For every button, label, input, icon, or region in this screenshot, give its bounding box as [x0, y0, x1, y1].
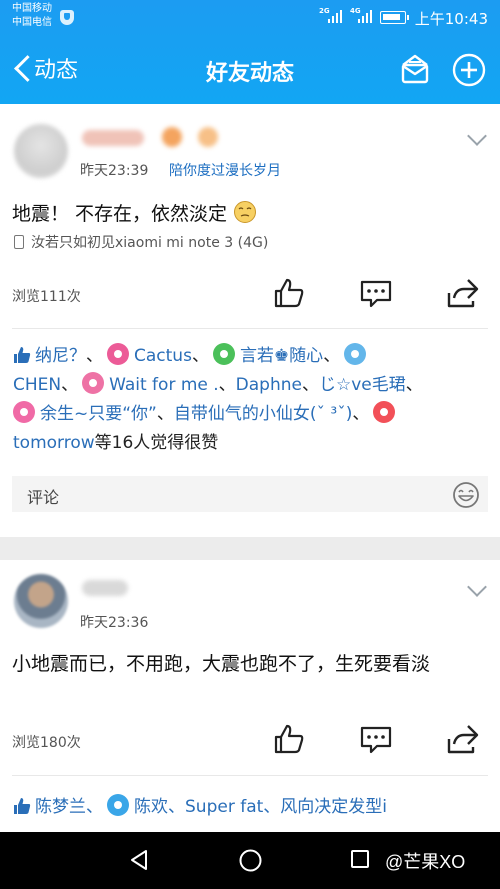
post-time: 昨天23:36 — [80, 615, 149, 631]
like-filled-icon — [14, 347, 31, 363]
nav-bar: 动态 好友动态 — [0, 34, 500, 104]
chevron-down-icon[interactable] — [467, 577, 487, 597]
view-count: 浏览111次 — [12, 289, 81, 305]
likes-summary: 等16人觉得很赞 — [94, 433, 219, 453]
liker-name[interactable]: CHEN — [13, 375, 61, 395]
comment-placeholder: 评论 — [27, 488, 60, 507]
mail-icon[interactable] — [398, 52, 432, 86]
liker-avatar — [373, 401, 396, 423]
post-time: 昨天23:39 — [80, 163, 149, 179]
liker-name[interactable]: じ☆ve毛珺 — [319, 375, 406, 395]
liker-name[interactable]: 陈欢 — [134, 797, 168, 817]
user-name-blurred[interactable] — [82, 580, 128, 596]
status-time: 上午10:43 — [414, 10, 488, 28]
level-badge-icon — [162, 127, 182, 147]
avatar[interactable] — [14, 574, 68, 628]
liker-avatar — [82, 372, 105, 394]
likes-list: 纳尼？、 Cactus、 言若♚随心、 CHEN、 Wait for me .、Daph… — [13, 342, 490, 458]
liker-avatar — [107, 343, 129, 365]
share-icon[interactable] — [446, 276, 480, 310]
signal-icon — [328, 9, 344, 23]
post-device: 汝若只如初见xiaomi mi note 3 (4G) — [14, 232, 268, 252]
divider — [12, 328, 488, 329]
liker-name[interactable]: 陈梦兰 — [35, 797, 86, 817]
carrier-1: 中国移动 — [12, 3, 52, 14]
liker-name[interactable]: Super fat — [185, 797, 263, 817]
liker-avatar — [212, 343, 235, 365]
post-tag-link[interactable]: 陪你度过漫长岁月 — [169, 160, 281, 180]
plus-icon[interactable] — [451, 52, 487, 88]
battery-icon — [380, 11, 409, 24]
smile-emoji-icon — [234, 201, 257, 223]
liker-name[interactable]: tomorrow — [13, 433, 95, 453]
share-icon[interactable] — [446, 722, 480, 756]
carrier-2: 中国电信 — [12, 17, 52, 28]
vip-badge-icon — [198, 127, 218, 147]
liker-name[interactable]: 自带仙气的小仙女(ˇ ³ˇ) — [174, 404, 352, 424]
user-name-blurred[interactable] — [82, 130, 144, 146]
post-text: 地震！ 不存在，依然淡定 — [12, 199, 488, 229]
liker-name[interactable]: Cactus — [134, 346, 192, 366]
feed-post: 昨天23:36 小地震而已，不用跑，大震也跑不了，生死要看淡 浏览180次 陈梦… — [0, 560, 500, 832]
comment-icon[interactable] — [359, 276, 393, 310]
system-nav-bar: @芒果XO — [0, 832, 500, 889]
likes-list: 陈梦兰、 陈欢、Super fat、风向决定发型i — [13, 793, 490, 822]
view-count: 浏览180次 — [12, 735, 81, 751]
watermark: @芒果XO — [385, 852, 466, 872]
comment-icon[interactable] — [359, 722, 393, 756]
liker-name[interactable]: 余生~只要“你” — [40, 404, 157, 424]
post-text: 小地震而已，不用跑，大震也跑不了，生死要看淡 — [12, 653, 431, 675]
back-triangle-icon[interactable] — [128, 849, 150, 871]
chevron-down-icon[interactable] — [467, 126, 487, 146]
home-circle-icon[interactable] — [239, 849, 262, 872]
signal-icon — [358, 9, 374, 23]
liker-avatar — [107, 794, 129, 816]
feed-post: 昨天23:39 陪你度过漫长岁月 地震！ 不存在，依然淡定 汝若只如初见xiao… — [0, 104, 500, 537]
divider — [12, 775, 488, 776]
like-icon[interactable] — [272, 276, 306, 310]
emoji-icon[interactable] — [452, 481, 480, 509]
status-bar: 中国移动 中国电信 2G 4G 上午10:43 — [0, 0, 500, 34]
liker-name[interactable]: 纳尼？ — [35, 346, 86, 366]
top-bar: 中国移动 中国电信 2G 4G 上午10:43 动态 好友动态 — [0, 0, 500, 104]
phone-icon — [14, 235, 24, 249]
liker-avatar — [344, 343, 367, 365]
liker-avatar — [13, 401, 35, 423]
recents-square-icon[interactable] — [350, 849, 370, 869]
liker-name[interactable]: 言若♚随心 — [240, 346, 323, 366]
like-filled-icon — [14, 798, 31, 814]
comment-input[interactable]: 评论 — [12, 476, 488, 512]
avatar[interactable] — [14, 124, 68, 178]
liker-name[interactable]: 风向决定发型i — [280, 797, 387, 817]
liker-name[interactable]: Wait for me . — [109, 375, 219, 395]
like-icon[interactable] — [272, 722, 306, 756]
liker-name[interactable]: Daphne — [236, 375, 302, 395]
shield-icon — [60, 10, 74, 25]
